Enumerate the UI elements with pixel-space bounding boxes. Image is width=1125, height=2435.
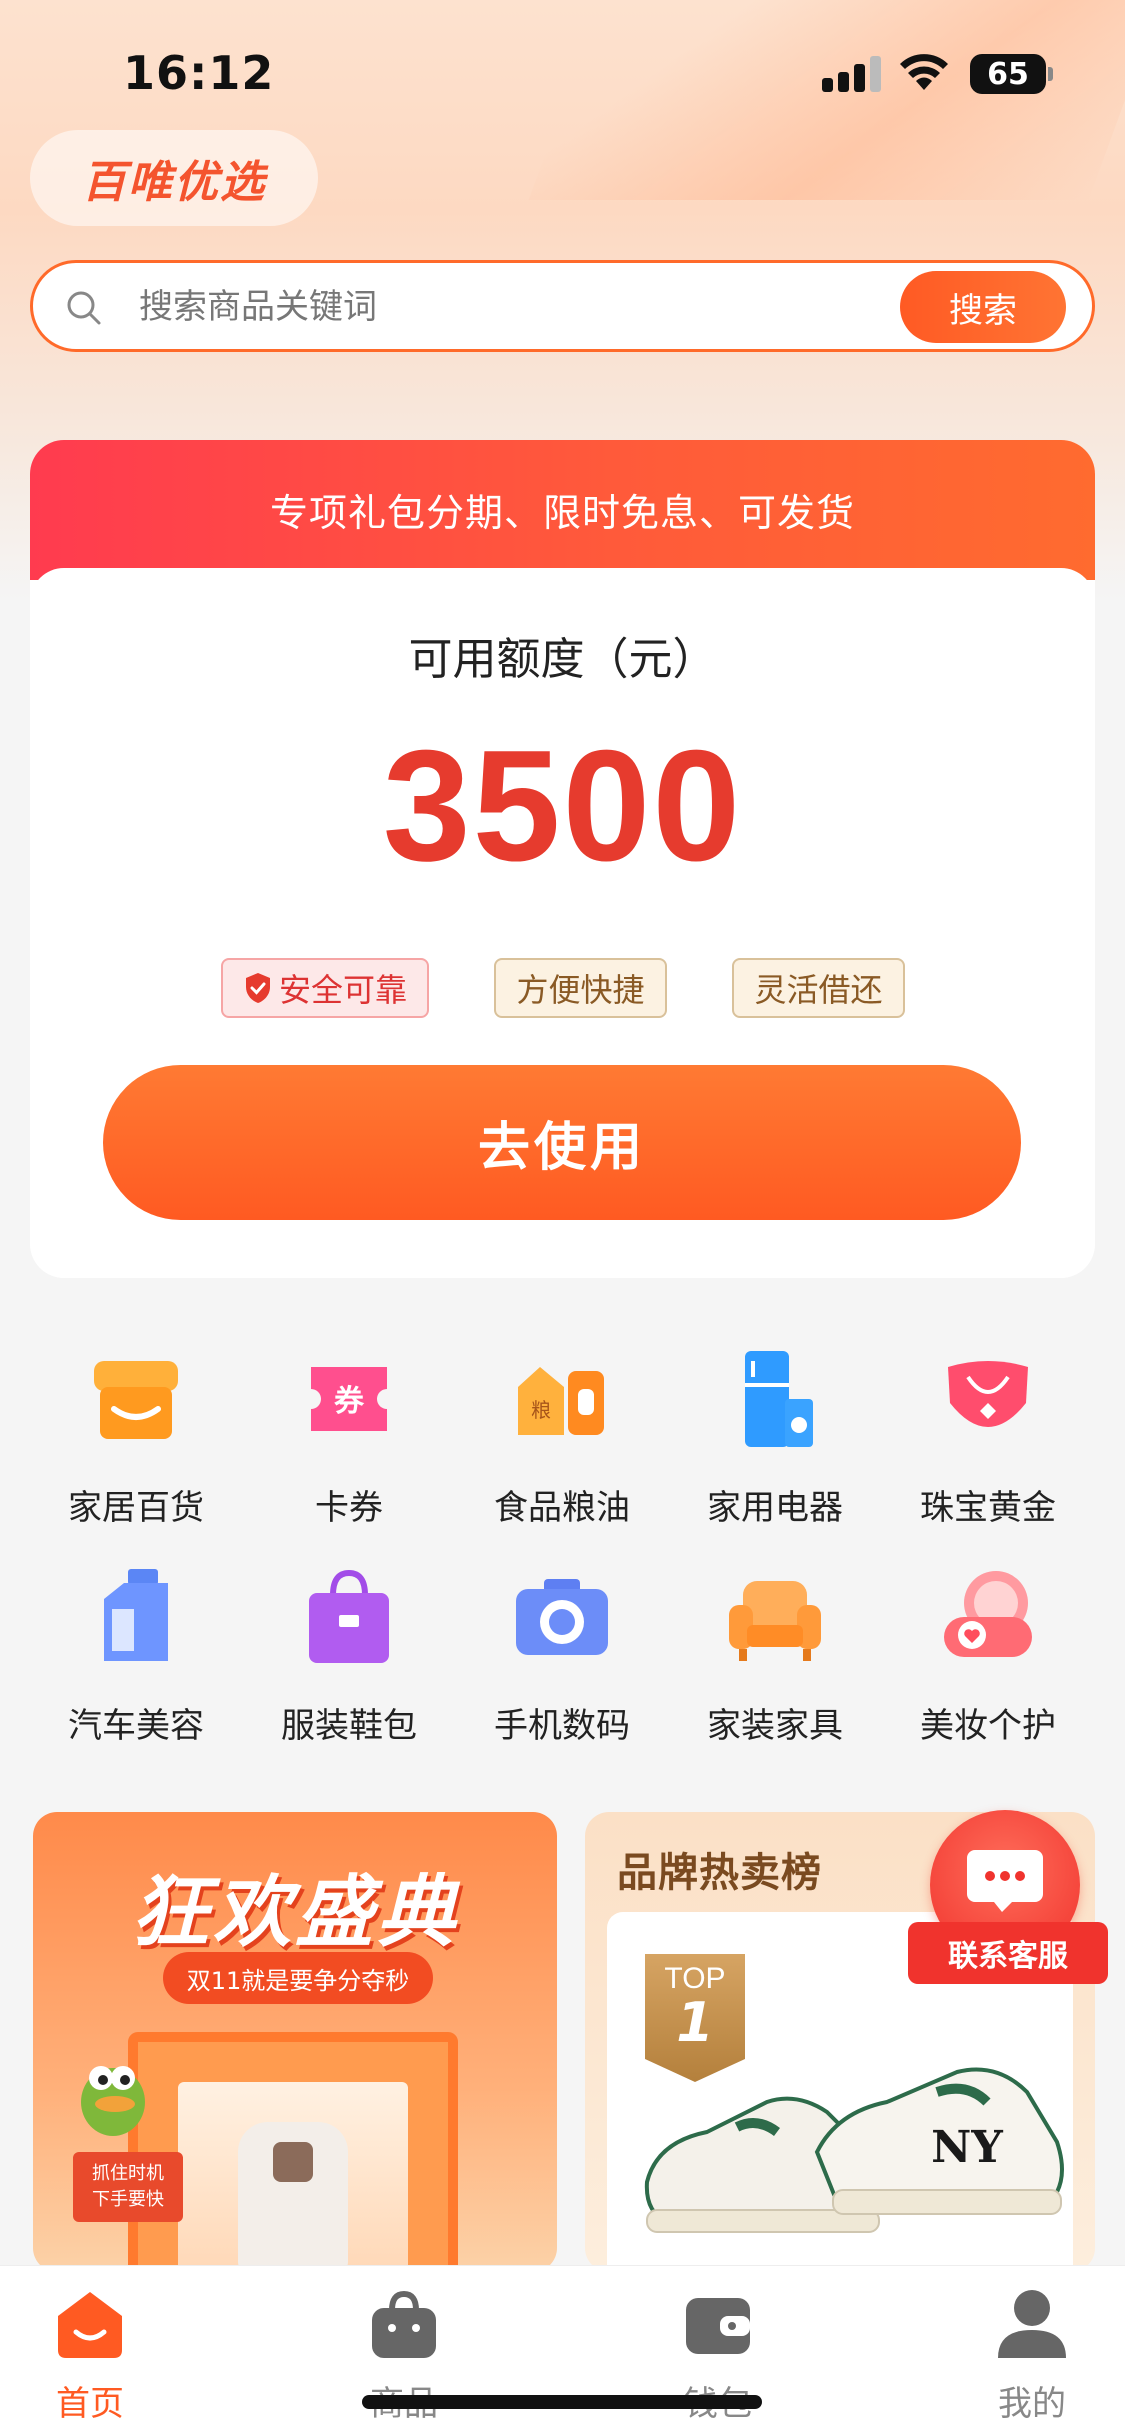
- camera-icon: [516, 1579, 608, 1655]
- category-home-furniture[interactable]: 家装家具: [675, 1553, 875, 1753]
- credit-card-body: 可用额度（元） 3500 安全可靠 方便快捷 灵活借还 去使用: [30, 568, 1095, 1278]
- status-time: 16:12: [123, 46, 275, 100]
- necklace-icon: [948, 1361, 1028, 1427]
- category-jewelry-gold[interactable]: 珠宝黄金: [888, 1335, 1088, 1535]
- air-fryer-image: [238, 2122, 348, 2272]
- category-beauty-care[interactable]: 美妆个护: [888, 1553, 1088, 1753]
- search-input[interactable]: [139, 281, 899, 333]
- category-label: 服装鞋包: [281, 1706, 417, 1746]
- brand-logo: 百唯优选: [30, 130, 318, 226]
- wifi-icon: [900, 54, 948, 90]
- svg-text:NY: NY: [931, 2122, 1003, 2173]
- category-label: 食品粮油: [494, 1488, 630, 1528]
- fryer-screen: [273, 2142, 313, 2182]
- home-icon: [58, 2292, 122, 2358]
- sofa-icon: [729, 1581, 821, 1661]
- credit-label: 可用额度（元）: [408, 634, 717, 685]
- category-label: 家居百货: [68, 1488, 204, 1528]
- category-digital[interactable]: 手机数码: [462, 1553, 662, 1753]
- mascot-icon: [81, 2066, 145, 2136]
- use-credit-button[interactable]: 去使用: [103, 1065, 1021, 1220]
- category-apparel-bags[interactable]: 服装鞋包: [249, 1553, 449, 1753]
- sneaker-image: NY: [644, 2067, 1064, 2233]
- tag-flexible: 灵活借还: [732, 958, 905, 1018]
- top-badge-label: TOP: [664, 1962, 726, 1995]
- promo-urgent-tag: 抓住时机 下手要快: [73, 2152, 183, 2222]
- compact-icon: [944, 1571, 1032, 1657]
- coupon-icon: 券: [311, 1367, 387, 1431]
- category-car-care[interactable]: 汽车美容: [36, 1553, 236, 1753]
- search-button[interactable]: 搜索: [900, 271, 1066, 343]
- category-label: 美妆个护: [920, 1706, 1056, 1746]
- svg-text:券: 券: [334, 1384, 365, 1419]
- promo-tag-line2: 下手要快: [92, 2189, 164, 2210]
- category-home-goods[interactable]: 家居百货: [36, 1335, 236, 1535]
- bestseller-title: 品牌热卖榜: [617, 1850, 822, 1896]
- category-label: 家用电器: [707, 1488, 843, 1528]
- category-label: 卡券: [315, 1488, 383, 1528]
- brand-logo-text: 百唯优选: [82, 157, 266, 208]
- tag-safe: 安全可靠: [221, 958, 429, 1018]
- tag-safe-label: 安全可靠: [278, 971, 407, 1009]
- search-bar[interactable]: 搜索: [30, 260, 1095, 352]
- category-food-grain-oil[interactable]: 粮 食品粮油: [462, 1335, 662, 1535]
- grain-oil-icon: 粮: [518, 1367, 604, 1435]
- category-appliances[interactable]: 家用电器: [675, 1335, 875, 1535]
- bottom-tab-bar: 首页 商品 钱包 我的: [0, 2265, 1125, 2435]
- door-inner: [178, 2082, 408, 2272]
- promo-carnival-banner[interactable]: 狂欢盛典 双11就是要争分夺秒 抓住时机 下手要快: [33, 1812, 557, 2272]
- credit-amount: 3500: [382, 718, 743, 894]
- handbag-icon: [309, 1569, 389, 1663]
- category-label: 家装家具: [707, 1706, 843, 1746]
- battery-indicator: 65: [970, 54, 1053, 94]
- cellular-signal-icon: [822, 56, 882, 92]
- tab-home[interactable]: 首页: [0, 2266, 190, 2435]
- wallet-icon: [686, 2298, 750, 2354]
- credit-banner-text: 专项礼包分期、限时免息、可发货: [30, 440, 1095, 580]
- customer-service-button[interactable]: 联系客服: [908, 1810, 1108, 1988]
- category-coupons[interactable]: 券 卡券: [249, 1335, 449, 1535]
- car-care-bottle-icon: [104, 1569, 168, 1661]
- tab-wallet[interactable]: 钱包: [618, 2266, 818, 2435]
- svg-text:粮: 粮: [531, 1398, 551, 1422]
- credit-card: 专项礼包分期、限时免息、可发货 可用额度（元） 3500 安全可靠 方便快捷 灵…: [30, 440, 1095, 1278]
- category-label: 珠宝黄金: [920, 1488, 1056, 1528]
- tab-home-label: 首页: [56, 2384, 124, 2424]
- tab-profile-label: 我的: [998, 2384, 1066, 2424]
- shield-check-icon: [245, 973, 270, 1003]
- shopping-bag-icon: [372, 2290, 436, 2358]
- tab-profile[interactable]: 我的: [932, 2266, 1125, 2435]
- fridge-icon: [745, 1351, 813, 1447]
- tab-products[interactable]: 商品: [304, 2266, 504, 2435]
- promo-title: 狂欢盛典: [130, 1868, 459, 1958]
- category-label: 汽车美容: [68, 1706, 204, 1746]
- chat-bubble-icon: [967, 1850, 1043, 1912]
- status-bar: 16:12 65: [0, 0, 1125, 150]
- store-icon: [94, 1361, 178, 1439]
- service-label: 联系客服: [908, 1922, 1108, 1984]
- promo-subtitle: 双11就是要争分夺秒: [163, 1952, 433, 2004]
- home-indicator: [362, 2395, 762, 2409]
- category-label: 手机数码: [494, 1706, 630, 1746]
- profile-icon: [998, 2290, 1066, 2358]
- tag-convenient: 方便快捷: [494, 958, 667, 1018]
- search-icon: [67, 291, 101, 325]
- promo-tag-line1: 抓住时机: [92, 2163, 164, 2184]
